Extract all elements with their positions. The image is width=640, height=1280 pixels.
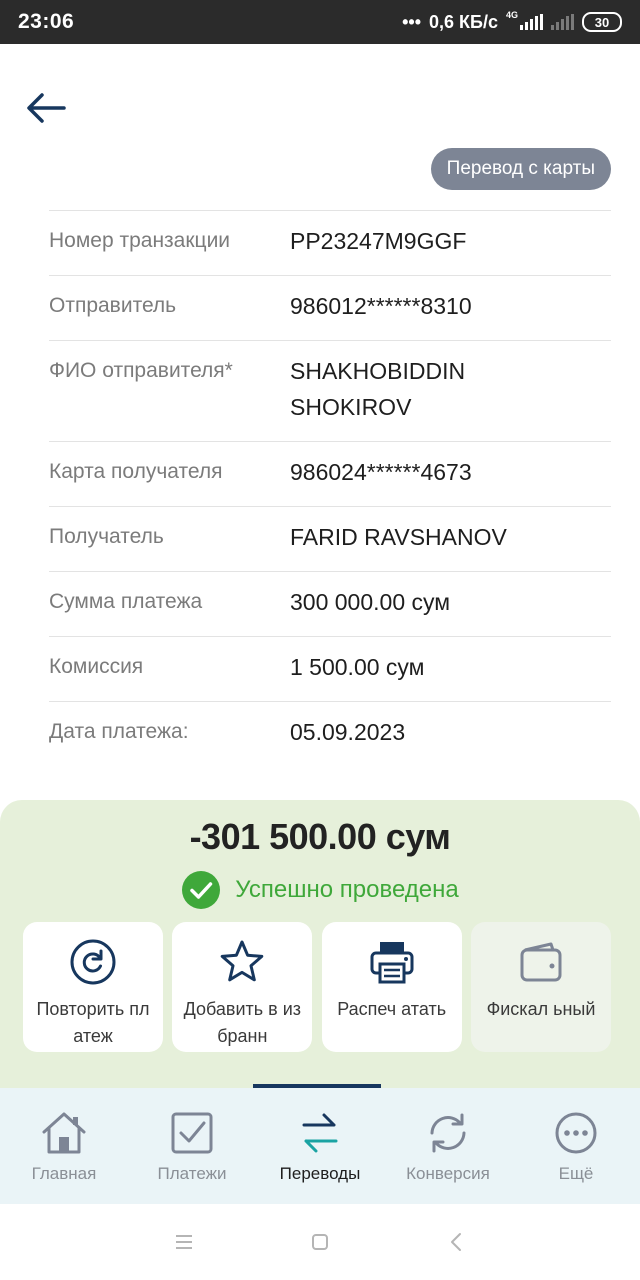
transaction-details: Номер транзакции PP23247M9GGF Отправител… (49, 210, 611, 766)
payment-status: Успешно проведена (0, 870, 640, 910)
nav-item-more[interactable]: Ещё (512, 1088, 640, 1204)
refresh-icon (430, 1113, 466, 1153)
detail-row-sender-name: ФИО отправителя* SHAKHOBIDDIN SHOKIROV (49, 340, 611, 441)
detail-row-commission: Комиссия 1 500.00 сум (49, 636, 611, 701)
detail-row-sender: Отправитель 986012******8310 (49, 275, 611, 340)
detail-value: 986012******8310 (290, 293, 472, 319)
status-indicators: ••• 0,6 КБ/с 4G 30 (402, 9, 622, 33)
nav-item-payments[interactable]: Платежи (128, 1088, 256, 1204)
check-circle-icon (182, 871, 221, 909)
wallet-icon (520, 942, 562, 982)
back-button[interactable] (24, 88, 68, 128)
detail-label: Получатель (49, 525, 164, 548)
star-icon (221, 940, 264, 982)
detail-value: 05.09.2023 (290, 719, 406, 745)
checkbox-icon (171, 1112, 213, 1154)
transfer-type-chip: Перевод с карты (430, 148, 611, 190)
printer-icon (370, 942, 414, 984)
detail-value: FARID RAVSHANOV (290, 524, 507, 550)
detail-value: SHAKHOBIDDIN SHOKIROV (290, 358, 466, 420)
system-navigation (0, 1204, 640, 1280)
detail-value: PP23247M9GGF (290, 228, 467, 254)
home-icon (42, 1112, 86, 1154)
dots-icon: ••• (402, 11, 422, 32)
add-favorite-button[interactable]: Добавить в избранн (172, 922, 313, 1052)
status-text: Успешно проведена (235, 876, 459, 903)
action-label: Добавить в избранн (183, 999, 302, 1046)
network-speed: 0,6 КБ/с (429, 11, 498, 32)
status-bar: 23:06 ••• 0,6 КБ/с 4G 30 (0, 0, 640, 44)
status-time: 23:06 (18, 10, 75, 33)
detail-label: Дата платежа: (49, 720, 189, 743)
detail-row-payment-amount: Сумма платежа 300 000.00 сум (49, 571, 611, 636)
signal-secondary-icon (551, 14, 574, 30)
nav-item-home[interactable]: Главная (0, 1088, 128, 1204)
action-label: Фискал ьный (486, 999, 596, 1019)
result-panel: -301 500.00 сум Успешно проведена Повтор… (0, 800, 640, 1100)
nav-label: Переводы (279, 1164, 361, 1183)
detail-row-transaction-id: Номер транзакции PP23247M9GGF (49, 210, 611, 275)
signal-icon (520, 14, 543, 30)
detail-row-recipient-card: Карта получателя 986024******4673 (49, 441, 611, 506)
battery-icon: 30 (582, 12, 622, 32)
print-button[interactable]: Распеч атать (321, 922, 462, 1052)
chevron-left-icon (451, 1233, 461, 1251)
repeat-payment-button[interactable]: Повторить платеж (23, 922, 163, 1052)
nav-label: Платежи (157, 1164, 227, 1183)
detail-label: Сумма платежа (49, 590, 203, 613)
home-button[interactable] (308, 1230, 332, 1254)
detail-row-payment-date: Дата платежа: 05.09.2023 (49, 701, 611, 766)
action-label: Распеч атать (337, 999, 447, 1019)
detail-label: Карта получателя (49, 460, 223, 483)
action-buttons: Повторить платеж Добавить в избранн Расп… (23, 922, 611, 1052)
detail-value: 986024******4673 (290, 459, 472, 485)
arrow-left-icon (27, 93, 66, 123)
repeat-icon (70, 939, 116, 985)
detail-value: 300 000.00 сум (290, 589, 451, 615)
detail-label: Номер транзакции (49, 229, 231, 252)
menu-icon (176, 1235, 192, 1249)
nav-label: Конверсия (406, 1164, 490, 1183)
battery-level: 30 (594, 14, 610, 30)
nav-label: Ещё (558, 1164, 594, 1183)
action-label: Повторить платеж (36, 999, 150, 1046)
nav-label: Главная (31, 1164, 97, 1183)
square-icon (312, 1234, 328, 1250)
nav-item-transfers[interactable]: Переводы (256, 1088, 384, 1204)
total-amount: -301 500.00 сум (189, 816, 451, 857)
nav-item-conversion[interactable]: Конверсия (384, 1088, 512, 1204)
detail-row-recipient: Получатель FARID RAVSHANOV (49, 506, 611, 571)
transfer-arrows-icon (302, 1113, 338, 1153)
fiscal-receipt-button[interactable]: Фискал ьный (470, 922, 611, 1052)
system-back-button[interactable] (444, 1230, 468, 1254)
detail-label: ФИО отправителя* (49, 359, 233, 382)
bottom-navigation: Главная Платежи Переводы Конверсия Ещё (0, 1084, 640, 1204)
more-dots-icon (555, 1112, 597, 1154)
detail-label: Комиссия (49, 655, 144, 678)
detail-label: Отправитель (49, 294, 177, 317)
active-tab-indicator (253, 1084, 381, 1088)
detail-value: 1 500.00 сум (290, 654, 425, 680)
menu-button[interactable] (172, 1230, 196, 1254)
network-type: 4G (505, 9, 518, 20)
